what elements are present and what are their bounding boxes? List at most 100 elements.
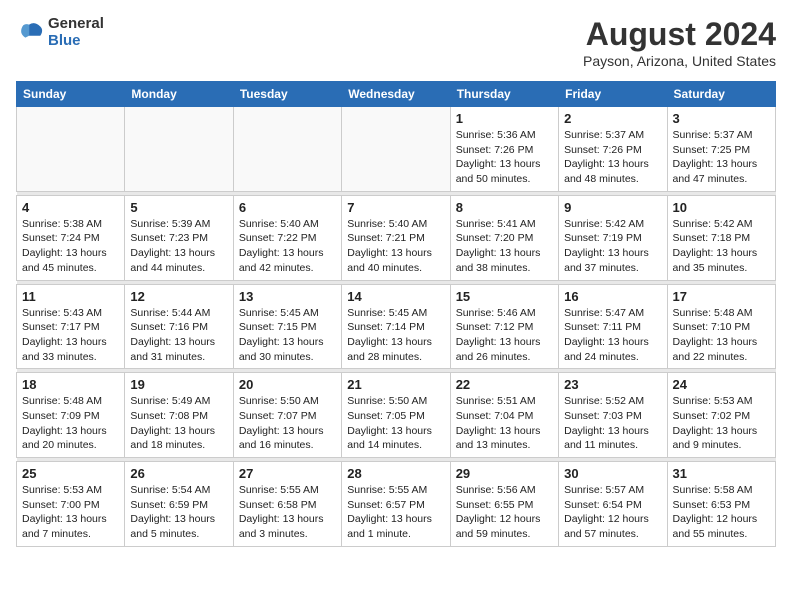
calendar-header-row: SundayMondayTuesdayWednesdayThursdayFrid… (17, 82, 776, 107)
calendar-cell: 30 Sunrise: 5:57 AMSunset: 6:54 PMDayligh… (559, 462, 667, 547)
day-info: Sunrise: 5:45 AMSunset: 7:14 PMDaylight:… (347, 306, 444, 365)
day-info: Sunrise: 5:55 AMSunset: 6:57 PMDaylight:… (347, 483, 444, 542)
calendar-week-row: 4Sunrise: 5:38 AMSunset: 7:24 PMDaylight… (17, 195, 776, 280)
calendar-cell: 6 Sunrise: 5:40 AMSunset: 7:22 PMDaylight… (233, 195, 341, 280)
day-info: Sunrise: 5:58 AMSunset: 6:53 PMDaylight:… (673, 483, 770, 542)
day-number: 24 (673, 377, 770, 392)
calendar-cell: 7Sunrise: 5:40 AMSunset: 7:21 PMDaylight… (342, 195, 450, 280)
day-info: Sunrise: 5:36 AMSunset: 7:26 PMDaylight:… (456, 128, 553, 187)
day-number: 12 (130, 289, 227, 304)
day-number: 11 (22, 289, 119, 304)
day-info: Sunrise: 5:57 AMSunset: 6:54 PMDaylight:… (564, 483, 661, 542)
logo-blue: Blue (48, 33, 104, 50)
calendar-cell: 10 Sunrise: 5:42 AMSunset: 7:18 PMDayligh… (667, 195, 775, 280)
day-info: Sunrise: 5:48 AMSunset: 7:10 PMDaylight:… (673, 306, 770, 365)
calendar-cell: 12 Sunrise: 5:44 AMSunset: 7:16 PMDayligh… (125, 284, 233, 369)
calendar-cell: 15 Sunrise: 5:46 AMSunset: 7:12 PMDayligh… (450, 284, 558, 369)
day-info: Sunrise: 5:40 AMSunset: 7:22 PMDaylight:… (239, 217, 336, 276)
day-info: Sunrise: 5:43 AMSunset: 7:17 PMDaylight:… (22, 306, 119, 365)
column-header-saturday: Saturday (667, 82, 775, 107)
day-number: 1 (456, 111, 553, 126)
calendar-cell: 21Sunrise: 5:50 AMSunset: 7:05 PMDayligh… (342, 373, 450, 458)
month-year-title: August 2024 (583, 16, 776, 53)
day-number: 27 (239, 466, 336, 481)
day-info: Sunrise: 5:42 AMSunset: 7:19 PMDaylight:… (564, 217, 661, 276)
calendar-cell (233, 107, 341, 192)
day-info: Sunrise: 5:37 AMSunset: 7:26 PMDaylight:… (564, 128, 661, 187)
calendar-cell: 1 Sunrise: 5:36 AMSunset: 7:26 PMDaylight… (450, 107, 558, 192)
calendar-week-row: 11 Sunrise: 5:43 AMSunset: 7:17 PMDayligh… (17, 284, 776, 369)
page-header: General Blue August 2024 Payson, Arizona… (16, 16, 776, 69)
calendar-cell: 18 Sunrise: 5:48 AMSunset: 7:09 PMDayligh… (17, 373, 125, 458)
calendar-cell: 24Sunrise: 5:53 AMSunset: 7:02 PMDayligh… (667, 373, 775, 458)
calendar-cell: 20 Sunrise: 5:50 AMSunset: 7:07 PMDayligh… (233, 373, 341, 458)
calendar-cell: 2 Sunrise: 5:37 AMSunset: 7:26 PMDaylight… (559, 107, 667, 192)
day-number: 10 (673, 200, 770, 215)
logo-text: General Blue (48, 16, 104, 49)
title-block: August 2024 Payson, Arizona, United Stat… (583, 16, 776, 69)
day-number: 30 (564, 466, 661, 481)
logo: General Blue (16, 16, 104, 49)
day-info: Sunrise: 5:54 AMSunset: 6:59 PMDaylight:… (130, 483, 227, 542)
calendar-cell: 14Sunrise: 5:45 AMSunset: 7:14 PMDayligh… (342, 284, 450, 369)
logo-icon (16, 19, 44, 47)
calendar-cell: 3 Sunrise: 5:37 AMSunset: 7:25 PMDaylight… (667, 107, 775, 192)
column-header-tuesday: Tuesday (233, 82, 341, 107)
calendar-table: SundayMondayTuesdayWednesdayThursdayFrid… (16, 81, 776, 547)
day-info: Sunrise: 5:53 AMSunset: 7:00 PMDaylight:… (22, 483, 119, 542)
calendar-week-row: 25 Sunrise: 5:53 AMSunset: 7:00 PMDayligh… (17, 462, 776, 547)
day-number: 3 (673, 111, 770, 126)
calendar-cell: 19 Sunrise: 5:49 AMSunset: 7:08 PMDayligh… (125, 373, 233, 458)
day-info: Sunrise: 5:50 AMSunset: 7:07 PMDaylight:… (239, 394, 336, 453)
calendar-cell: 16Sunrise: 5:47 AMSunset: 7:11 PMDayligh… (559, 284, 667, 369)
column-header-wednesday: Wednesday (342, 82, 450, 107)
day-number: 20 (239, 377, 336, 392)
column-header-monday: Monday (125, 82, 233, 107)
calendar-cell: 29 Sunrise: 5:56 AMSunset: 6:55 PMDayligh… (450, 462, 558, 547)
day-info: Sunrise: 5:51 AMSunset: 7:04 PMDaylight:… (456, 394, 553, 453)
calendar-cell: 28 Sunrise: 5:55 AMSunset: 6:57 PMDayligh… (342, 462, 450, 547)
column-header-thursday: Thursday (450, 82, 558, 107)
day-number: 18 (22, 377, 119, 392)
day-number: 23 (564, 377, 661, 392)
day-info: Sunrise: 5:45 AMSunset: 7:15 PMDaylight:… (239, 306, 336, 365)
calendar-cell: 22Sunrise: 5:51 AMSunset: 7:04 PMDayligh… (450, 373, 558, 458)
day-info: Sunrise: 5:37 AMSunset: 7:25 PMDaylight:… (673, 128, 770, 187)
day-info: Sunrise: 5:39 AMSunset: 7:23 PMDaylight:… (130, 217, 227, 276)
day-info: Sunrise: 5:55 AMSunset: 6:58 PMDaylight:… (239, 483, 336, 542)
location-subtitle: Payson, Arizona, United States (583, 53, 776, 69)
day-number: 13 (239, 289, 336, 304)
day-info: Sunrise: 5:44 AMSunset: 7:16 PMDaylight:… (130, 306, 227, 365)
calendar-cell: 25 Sunrise: 5:53 AMSunset: 7:00 PMDayligh… (17, 462, 125, 547)
day-info: Sunrise: 5:56 AMSunset: 6:55 PMDaylight:… (456, 483, 553, 542)
calendar-cell: 9Sunrise: 5:42 AMSunset: 7:19 PMDaylight… (559, 195, 667, 280)
day-number: 29 (456, 466, 553, 481)
day-number: 21 (347, 377, 444, 392)
day-info: Sunrise: 5:42 AMSunset: 7:18 PMDaylight:… (673, 217, 770, 276)
calendar-cell: 17 Sunrise: 5:48 AMSunset: 7:10 PMDayligh… (667, 284, 775, 369)
day-number: 25 (22, 466, 119, 481)
calendar-cell: 13 Sunrise: 5:45 AMSunset: 7:15 PMDayligh… (233, 284, 341, 369)
day-number: 26 (130, 466, 227, 481)
day-info: Sunrise: 5:49 AMSunset: 7:08 PMDaylight:… (130, 394, 227, 453)
day-number: 15 (456, 289, 553, 304)
day-number: 19 (130, 377, 227, 392)
day-number: 2 (564, 111, 661, 126)
day-number: 17 (673, 289, 770, 304)
day-info: Sunrise: 5:48 AMSunset: 7:09 PMDaylight:… (22, 394, 119, 453)
day-number: 8 (456, 200, 553, 215)
day-info: Sunrise: 5:38 AMSunset: 7:24 PMDaylight:… (22, 217, 119, 276)
calendar-cell (125, 107, 233, 192)
day-info: Sunrise: 5:47 AMSunset: 7:11 PMDaylight:… (564, 306, 661, 365)
calendar-cell: 5 Sunrise: 5:39 AMSunset: 7:23 PMDaylight… (125, 195, 233, 280)
day-number: 28 (347, 466, 444, 481)
day-number: 5 (130, 200, 227, 215)
day-number: 6 (239, 200, 336, 215)
calendar-week-row: 1 Sunrise: 5:36 AMSunset: 7:26 PMDaylight… (17, 107, 776, 192)
day-info: Sunrise: 5:40 AMSunset: 7:21 PMDaylight:… (347, 217, 444, 276)
day-info: Sunrise: 5:41 AMSunset: 7:20 PMDaylight:… (456, 217, 553, 276)
calendar-cell: 11 Sunrise: 5:43 AMSunset: 7:17 PMDayligh… (17, 284, 125, 369)
day-number: 31 (673, 466, 770, 481)
day-info: Sunrise: 5:46 AMSunset: 7:12 PMDaylight:… (456, 306, 553, 365)
calendar-week-row: 18 Sunrise: 5:48 AMSunset: 7:09 PMDayligh… (17, 373, 776, 458)
